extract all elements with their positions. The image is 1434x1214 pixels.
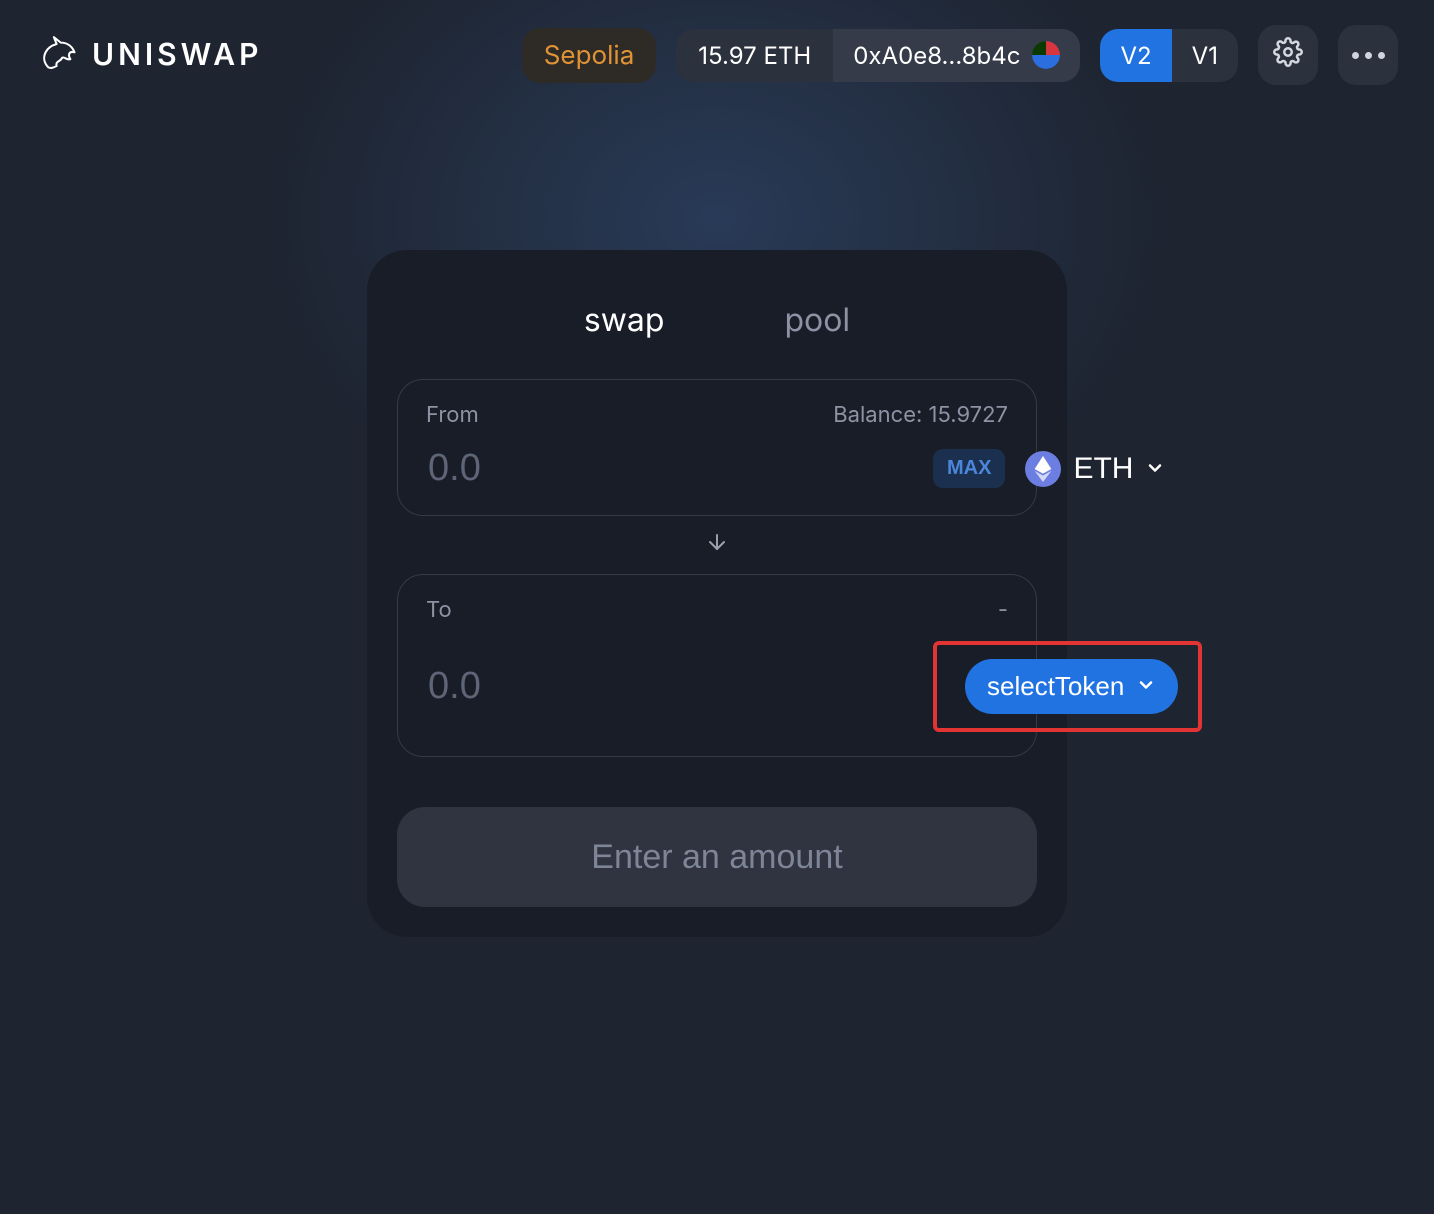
to-label: To [426,597,452,623]
identicon-icon [1032,41,1060,69]
wallet-address-chip[interactable]: 0xA0e8...8b4c [833,29,1080,82]
topbar: UNISWAP Sepolia 15.97 ETH 0xA0e8...8b4c … [0,0,1434,110]
swap-direction[interactable] [397,516,1037,574]
to-panel: To - selectToken [397,574,1037,757]
eth-icon [1025,451,1061,487]
more-icon [1352,52,1385,59]
from-token-symbol: ETH [1073,452,1133,486]
tab-swap[interactable]: swap [584,300,665,339]
network-chip[interactable]: Sepolia [522,28,657,83]
to-amount-input[interactable] [426,664,919,709]
swap-card: swap pool From Balance: 15.9727 MAX ETH [367,250,1067,937]
to-token-selector[interactable]: selectToken [965,659,1178,714]
unicorn-icon [36,33,80,77]
wallet-balance: 15.97 ETH [676,29,833,82]
brand-logo: UNISWAP [36,33,262,77]
wallet-chip[interactable]: 15.97 ETH 0xA0e8...8b4c [676,29,1080,82]
select-token-highlight: selectToken [933,641,1202,732]
mode-tabs: swap pool [397,280,1037,379]
network-name: Sepolia [544,40,635,71]
to-balance: - [998,597,1008,623]
more-button[interactable] [1338,25,1398,85]
from-panel: From Balance: 15.9727 MAX ETH [397,379,1037,516]
chevron-down-icon [1136,671,1156,702]
brand-name: UNISWAP [92,37,262,73]
submit-button[interactable]: Enter an amount [397,807,1037,907]
version-v2[interactable]: V2 [1100,29,1171,82]
from-token-selector[interactable]: ETH [1019,447,1171,491]
tab-pool[interactable]: pool [784,300,850,339]
from-label: From [426,402,479,428]
arrow-down-icon [705,530,729,560]
version-v1[interactable]: V1 [1172,29,1238,82]
gear-icon [1273,37,1303,73]
version-toggle: V2 V1 [1100,29,1238,82]
from-balance: Balance: 15.9727 [833,402,1008,428]
from-amount-input[interactable] [426,446,919,491]
select-token-label: selectToken [987,671,1124,702]
settings-button[interactable] [1258,25,1318,85]
max-button[interactable]: MAX [933,449,1005,488]
chevron-down-icon [1145,452,1165,486]
wallet-address: 0xA0e8...8b4c [853,41,1020,70]
